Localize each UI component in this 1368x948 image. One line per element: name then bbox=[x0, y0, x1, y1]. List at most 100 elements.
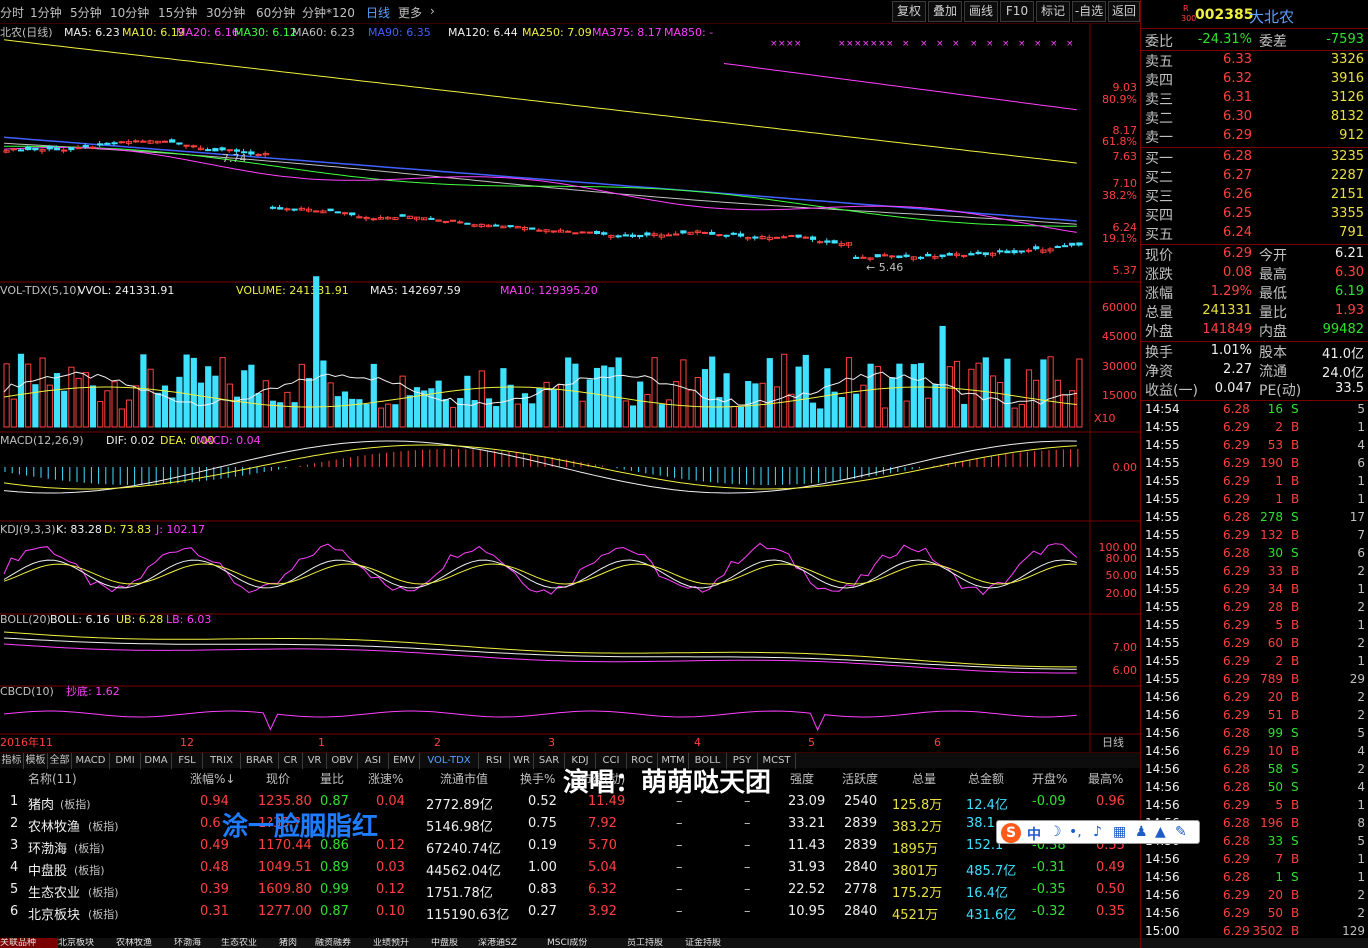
tools-icon[interactable]: ✎ bbox=[1175, 824, 1187, 840]
tick-price: 6.28 bbox=[1223, 726, 1250, 740]
column-header-2[interactable]: 现价 bbox=[266, 770, 290, 787]
column-header-0[interactable]: 名称(11) bbox=[28, 770, 77, 787]
ask-price[interactable]: 6.33 bbox=[1223, 52, 1252, 67]
ask-price[interactable]: 6.30 bbox=[1223, 109, 1252, 124]
indicator-tab-2[interactable]: 全部 bbox=[48, 753, 72, 769]
period-tab-7[interactable]: 分钟*120 bbox=[302, 4, 355, 21]
toolbar-button-3[interactable]: F10 bbox=[1000, 1, 1034, 22]
column-header-11[interactable]: 活跃度 bbox=[842, 770, 878, 787]
signal-mark: × bbox=[786, 39, 794, 49]
related-tab-11[interactable]: 员工持股 bbox=[627, 938, 685, 948]
column-header-10[interactable]: 强度 bbox=[790, 770, 814, 787]
candle-body bbox=[298, 207, 305, 211]
mic-icon[interactable]: ♪ bbox=[1093, 824, 1102, 840]
ime-toolbar[interactable]: S 中 ☽ •, ♪ ▦ ♟ ▲ ✎ bbox=[996, 820, 1200, 844]
indicator-tab-16[interactable]: WR bbox=[510, 753, 534, 769]
related-tab-12[interactable]: 证金持股 bbox=[685, 938, 743, 948]
indicator-tab-8[interactable]: BRAR bbox=[241, 753, 279, 769]
toolbar-button-4[interactable]: 标记 bbox=[1036, 1, 1070, 22]
ask-price[interactable]: 6.29 bbox=[1223, 128, 1252, 143]
moon-icon[interactable]: ☽ bbox=[1049, 824, 1062, 840]
indicator-tab-3[interactable]: MACD bbox=[72, 753, 110, 769]
column-header-14[interactable]: 开盘% bbox=[1032, 770, 1067, 787]
chart-area[interactable]: ← 5.46 7.74 北农(日线) MA5: 6.23 MA10: 6.19 MA20:… bbox=[0, 24, 1140, 752]
tick-side: S bbox=[1291, 402, 1299, 416]
period-tab-4[interactable]: 15分钟 bbox=[158, 4, 197, 21]
related-tab-10[interactable]: MSCI成份 bbox=[547, 938, 627, 948]
related-tab-3[interactable]: 环渤海 bbox=[174, 938, 221, 948]
period-tab-8[interactable]: 日线 bbox=[366, 4, 390, 21]
toolbar-button-5[interactable]: -自选 bbox=[1072, 1, 1106, 22]
column-header-6[interactable]: 换手% bbox=[520, 770, 555, 787]
stat-value: 1.29% bbox=[1210, 284, 1252, 299]
period-tab-0[interactable]: 分时 bbox=[0, 4, 24, 21]
more-arrow-icon[interactable]: › bbox=[430, 4, 435, 18]
table-row[interactable]: 6 北京板块 (板指) 0.31 1277.00 0.87 0.10 115190.63亿 0.… bbox=[0, 902, 1140, 924]
column-header-12[interactable]: 总量 bbox=[912, 770, 936, 787]
toolbar-button-1[interactable]: 叠加 bbox=[928, 1, 962, 22]
indicator-tab-4[interactable]: DMI bbox=[110, 753, 141, 769]
indicator-tab-17[interactable]: SAR bbox=[534, 753, 565, 769]
toolbar-button-2[interactable]: 画线 bbox=[964, 1, 998, 22]
indicator-tab-13[interactable]: EMV bbox=[389, 753, 420, 769]
fund-value: 41.0亿 bbox=[1322, 347, 1364, 362]
bid-price[interactable]: 6.27 bbox=[1223, 168, 1252, 183]
column-header-3[interactable]: 量比 bbox=[320, 770, 344, 787]
skin-icon[interactable]: ▲ bbox=[1155, 824, 1166, 840]
indicator-tab-0[interactable]: 指标 bbox=[0, 753, 24, 769]
related-tab-0[interactable]: 关联品种 bbox=[0, 938, 58, 948]
chart-canvas[interactable]: ← 5.467.74北农(日线) MA5: 6.23 MA10: 6.19MA20:… bbox=[0, 24, 1140, 752]
indicator-tab-9[interactable]: CR bbox=[279, 753, 303, 769]
related-tab-6[interactable]: 融资融券 bbox=[315, 938, 373, 948]
cell-pe: 5.04 bbox=[588, 860, 617, 875]
indicator-tab-14[interactable]: VOL-TDX bbox=[420, 753, 479, 769]
related-tab-8[interactable]: 中盘股 bbox=[431, 938, 478, 948]
related-tab-7[interactable]: 业绩预升 bbox=[373, 938, 431, 948]
indicator-tab-11[interactable]: OBV bbox=[327, 753, 358, 769]
bid-price[interactable]: 6.26 bbox=[1223, 187, 1252, 202]
table-row[interactable]: 2 农林牧渔 (板指) 0.6 1?35.? 5146.98亿 0.75 7.92– –33.2… bbox=[0, 814, 1140, 836]
cell-tag: (板指) bbox=[74, 842, 105, 855]
period-tab-1[interactable]: 1分钟 bbox=[30, 4, 62, 21]
candle-body bbox=[169, 139, 176, 143]
indicator-tab-10[interactable]: VR bbox=[303, 753, 327, 769]
period-tab-6[interactable]: 60分钟 bbox=[256, 4, 295, 21]
bid-price[interactable]: 6.28 bbox=[1223, 149, 1252, 164]
indicator-tab-15[interactable]: RSI bbox=[479, 753, 510, 769]
bid-price[interactable]: 6.24 bbox=[1223, 225, 1252, 240]
punct-icon[interactable]: •, bbox=[1069, 824, 1082, 840]
indicator-tab-12[interactable]: ASI bbox=[358, 753, 389, 769]
volume-bar bbox=[817, 408, 824, 428]
table-row[interactable]: 4 中盘股 (板指) 0.48 1049.51 0.89 0.03 44562.04亿 1.00… bbox=[0, 858, 1140, 880]
indicator-tab-7[interactable]: TRIX bbox=[203, 753, 241, 769]
ask-price[interactable]: 6.31 bbox=[1223, 90, 1252, 105]
column-header-5[interactable]: 流通市值 bbox=[440, 770, 488, 787]
related-tab-1[interactable]: 北京板块 bbox=[58, 938, 116, 948]
toolbar-button-6[interactable]: 返回 bbox=[1108, 1, 1140, 22]
indicator-tab-1[interactable]: 模板 bbox=[24, 753, 48, 769]
period-tab-9[interactable]: 更多 bbox=[398, 4, 422, 21]
indicator-tab-6[interactable]: FSL bbox=[172, 753, 203, 769]
table-row[interactable]: 3 环渤海 (板指) 0.49 1170.44 0.86 0.12 67240.74亿 0.19… bbox=[0, 836, 1140, 858]
column-header-13[interactable]: 总金额 bbox=[968, 770, 1004, 787]
related-tab-5[interactable]: 猪肉 bbox=[279, 938, 315, 948]
table-row[interactable]: 5 生态农业 (板指) 0.39 1609.80 0.99 0.12 1751.78亿 0.83… bbox=[0, 880, 1140, 902]
bid-price[interactable]: 6.25 bbox=[1223, 206, 1252, 221]
column-header-15[interactable]: 最高% bbox=[1088, 770, 1123, 787]
related-tab-4[interactable]: 生态农业 bbox=[221, 938, 279, 948]
keyboard-icon[interactable]: ▦ bbox=[1113, 824, 1126, 840]
indicator-tab-5[interactable]: DMA bbox=[141, 753, 172, 769]
period-tab-2[interactable]: 5分钟 bbox=[70, 4, 102, 21]
toolbar-button-0[interactable]: 复权 bbox=[892, 1, 926, 22]
period-tab-5[interactable]: 30分钟 bbox=[206, 4, 245, 21]
related-tab-2[interactable]: 农林牧渔 bbox=[116, 938, 174, 948]
ask-price[interactable]: 6.32 bbox=[1223, 71, 1252, 86]
column-header-1[interactable]: 涨幅%↓ bbox=[190, 770, 235, 787]
period-tab-3[interactable]: 10分钟 bbox=[110, 4, 149, 21]
volume-bar bbox=[529, 403, 536, 428]
user-icon[interactable]: ♟ bbox=[1135, 824, 1148, 840]
ime-mode-label[interactable]: 中 bbox=[1027, 824, 1041, 844]
column-header-4[interactable]: 涨速% bbox=[368, 770, 403, 787]
volume-bar bbox=[25, 363, 32, 428]
related-tab-9[interactable]: 深港通SZ bbox=[478, 938, 547, 948]
